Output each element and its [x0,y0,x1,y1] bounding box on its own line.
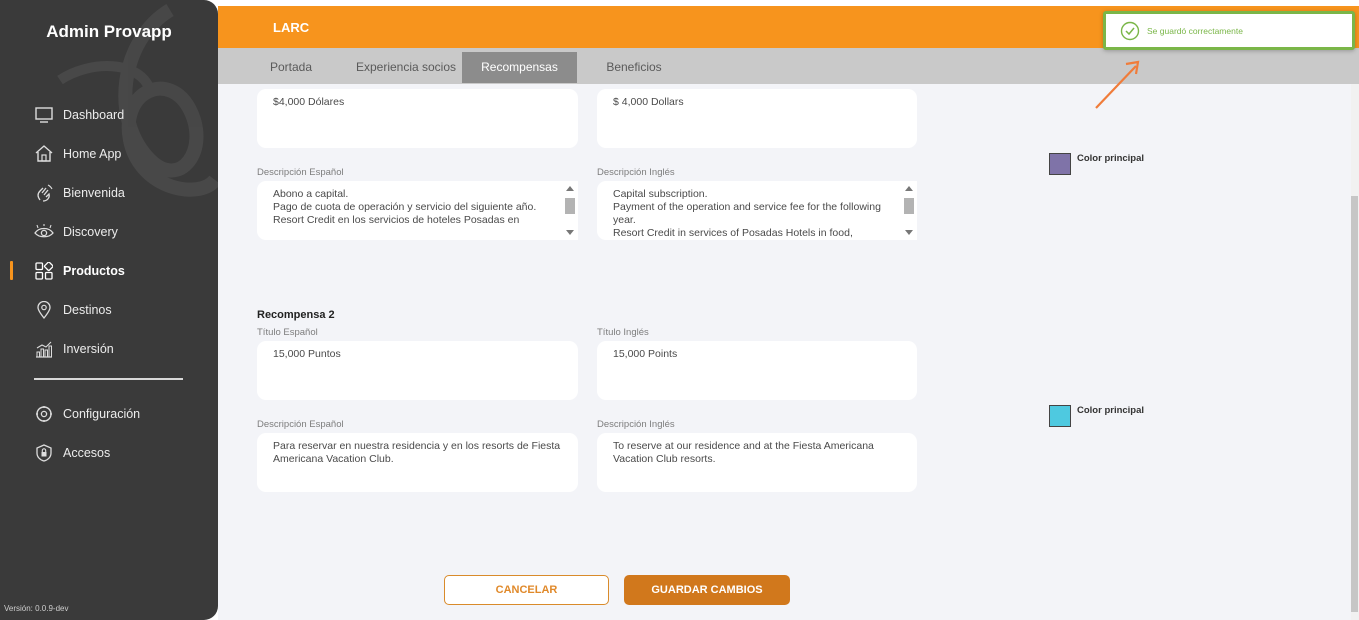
reward2-heading: Recompensa 2 [257,309,335,321]
reward2-color-swatch[interactable] [1049,405,1071,427]
textarea-scrollbar[interactable] [565,184,575,237]
field-value: $4,000 Dólares [273,96,345,108]
sidebar-item-label: Discovery [63,224,118,239]
sidebar-item-label: Bienvenida [63,185,125,200]
sidebar-item-label: Accesos [63,445,111,460]
tab-experiencia-socios[interactable]: Experiencia socios [352,52,460,83]
tab-beneficios[interactable]: Beneficios [594,52,674,83]
sidebar-item-label: Inversión [63,341,114,356]
field-value: To reserve at our residence and at the F… [613,440,874,465]
sidebar-item-dashboard[interactable]: Dashboard [0,95,218,134]
textarea-scrollbar[interactable] [904,184,914,237]
sidebar-item-inversion[interactable]: Inversión [0,329,218,368]
home-icon [34,144,54,164]
field-value: Para reservar en nuestra residencia y en… [273,440,561,465]
cancel-button[interactable]: CANCELAR [444,575,609,605]
page-scrollbar[interactable] [1351,84,1359,620]
field-value: 15,000 Puntos [273,348,341,360]
tab-portada[interactable]: Portada [252,52,330,83]
sidebar-item-label: Configuración [63,406,141,421]
field-value: 15,000 Points [613,348,678,360]
success-toast: Se guardó correctamente [1103,11,1355,50]
sidebar-item-label: Dashboard [63,107,125,122]
reward2-desc-en-textarea[interactable]: To reserve at our residence and at the F… [597,433,917,492]
monitor-icon [34,105,54,125]
sidebar-nav: Dashboard Home App Bienvenida Discovery … [0,95,218,472]
reward1-desc-en-label: Descripción Inglés [597,167,675,178]
page-scrollbar-thumb[interactable] [1351,196,1358,612]
reward2-desc-es-label: Descripción Español [257,419,344,430]
field-value: $ 4,000 Dollars [613,96,684,108]
tab-bar: Portada Experiencia socios Recompensas B… [218,48,1359,84]
sidebar-item-accesos[interactable]: Accesos [0,433,218,472]
reward1-desc-en-textarea[interactable]: Capital subscription. Payment of the ope… [597,181,917,240]
page-title: LARC [273,20,310,35]
bar-chart-icon [34,339,54,359]
toast-message: Se guardó correctamente [1147,26,1243,36]
reward1-desc-es-label: Descripción Español [257,167,344,178]
reward2-title-en-label: Título Inglés [597,327,649,338]
sidebar-item-discovery[interactable]: Discovery [0,212,218,251]
version-label: Versión: 0.0.9-dev [4,604,69,613]
location-pin-icon [34,300,54,320]
sidebar-divider [34,378,183,380]
tab-recompensas[interactable]: Recompensas [462,52,577,83]
reward2-title-es-label: Título Español [257,327,318,338]
sidebar-item-label: Home App [63,146,122,161]
reward2-title-es-field[interactable]: 15,000 Puntos [257,341,578,400]
save-changes-button[interactable]: GUARDAR CAMBIOS [624,575,790,605]
wave-hand-icon [34,183,54,203]
sidebar-item-home-app[interactable]: Home App [0,134,218,173]
shield-lock-icon [34,443,54,463]
reward1-title-en-field[interactable]: $ 4,000 Dollars [597,89,917,148]
grid-icon [34,261,54,281]
reward1-title-es-field[interactable]: $4,000 Dólares [257,89,578,148]
sidebar: Admin Provapp Dashboard Home App Bienven… [0,0,218,620]
gear-icon [34,404,54,424]
reward2-color-label: Color principal [1077,405,1145,416]
reward1-color-swatch[interactable] [1049,153,1071,175]
reward2-desc-es-textarea[interactable]: Para reservar en nuestra residencia y en… [257,433,578,492]
field-value: Capital subscription. Payment of the ope… [613,188,881,239]
reward2-title-en-field[interactable]: 15,000 Points [597,341,917,400]
eye-icon [34,222,54,242]
brand-title: Admin Provapp [46,22,172,41]
reward1-color-label: Color principal [1077,153,1145,164]
sidebar-item-label: Destinos [63,302,112,317]
sidebar-item-bienvenida[interactable]: Bienvenida [0,173,218,212]
sidebar-item-configuracion[interactable]: Configuración [0,394,218,433]
reward2-desc-en-label: Descripción Inglés [597,419,675,430]
check-circle-icon [1120,21,1140,41]
pointer-arrow-icon [1095,60,1140,109]
reward1-desc-es-textarea[interactable]: Abono a capital. Pago de cuota de operac… [257,181,578,240]
sidebar-item-productos[interactable]: Productos [0,251,218,290]
field-value: Abono a capital. Pago de cuota de operac… [273,188,537,226]
sidebar-item-destinos[interactable]: Destinos [0,290,218,329]
sidebar-item-label: Productos [63,263,125,278]
